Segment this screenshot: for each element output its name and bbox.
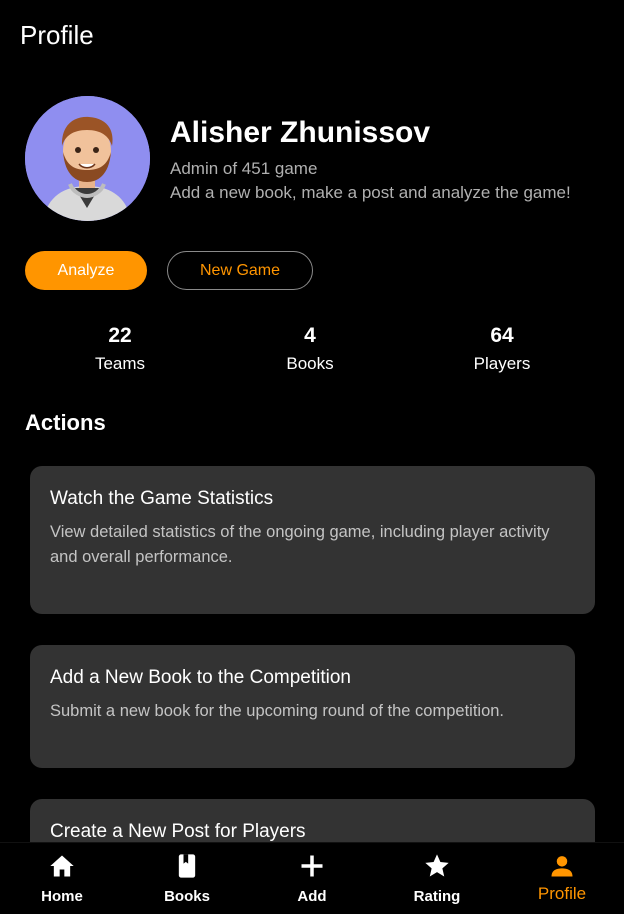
card-title: Watch the Game Statistics bbox=[50, 488, 274, 509]
nav-label: Profile bbox=[537, 884, 587, 903]
card-description: Submit a new book for the upcoming round… bbox=[50, 702, 505, 720]
stat-value: 64 bbox=[490, 324, 514, 347]
stat-value: 22 bbox=[108, 324, 132, 347]
stat-label: Players bbox=[473, 354, 531, 373]
stat-label: Books bbox=[286, 354, 334, 373]
action-card-statistics[interactable]: Watch the Game Statistics View detailed … bbox=[30, 466, 595, 614]
nav-label: Books bbox=[164, 888, 210, 905]
actions-heading: Actions bbox=[25, 410, 106, 435]
nav-label: Add bbox=[297, 888, 327, 905]
star-icon bbox=[425, 854, 449, 877]
nav-label: Rating bbox=[413, 888, 461, 905]
person-icon bbox=[551, 856, 573, 877]
nav-item-profile[interactable]: Profile bbox=[512, 843, 612, 914]
bottom-navigation: Home Books Add Rating Profile bbox=[0, 842, 624, 914]
book-icon bbox=[178, 854, 196, 878]
home-icon bbox=[50, 855, 74, 877]
nav-item-home[interactable]: Home bbox=[12, 843, 112, 914]
nav-item-add[interactable]: Add bbox=[262, 843, 362, 914]
stat-books: 4 Books bbox=[250, 324, 370, 374]
action-card-add-book[interactable]: Add a New Book to the Competition Submit… bbox=[30, 645, 575, 768]
stat-teams: 22 Teams bbox=[60, 324, 180, 374]
avatar-illustration bbox=[25, 96, 150, 221]
stat-players: 64 Players bbox=[442, 324, 562, 374]
card-title: Add a New Book to the Competition bbox=[50, 667, 352, 688]
new-game-button[interactable]: New Game bbox=[167, 251, 313, 290]
card-title: Create a New Post for Players bbox=[50, 821, 306, 842]
card-description: View detailed statistics of the ongoing … bbox=[50, 523, 550, 566]
user-role: Admin of 451 game bbox=[170, 159, 318, 178]
user-description: Add a new book, make a post and analyze … bbox=[170, 183, 571, 202]
user-name: Alisher Zhunissov bbox=[170, 116, 431, 149]
page-title: Profile bbox=[20, 20, 94, 50]
nav-item-books[interactable]: Books bbox=[137, 843, 237, 914]
nav-item-rating[interactable]: Rating bbox=[387, 843, 487, 914]
nav-label: Home bbox=[41, 888, 83, 905]
stat-value: 4 bbox=[304, 324, 316, 347]
stat-label: Teams bbox=[94, 354, 146, 373]
avatar bbox=[25, 96, 150, 221]
analyze-button[interactable]: Analyze bbox=[25, 251, 147, 290]
plus-icon bbox=[301, 855, 323, 877]
